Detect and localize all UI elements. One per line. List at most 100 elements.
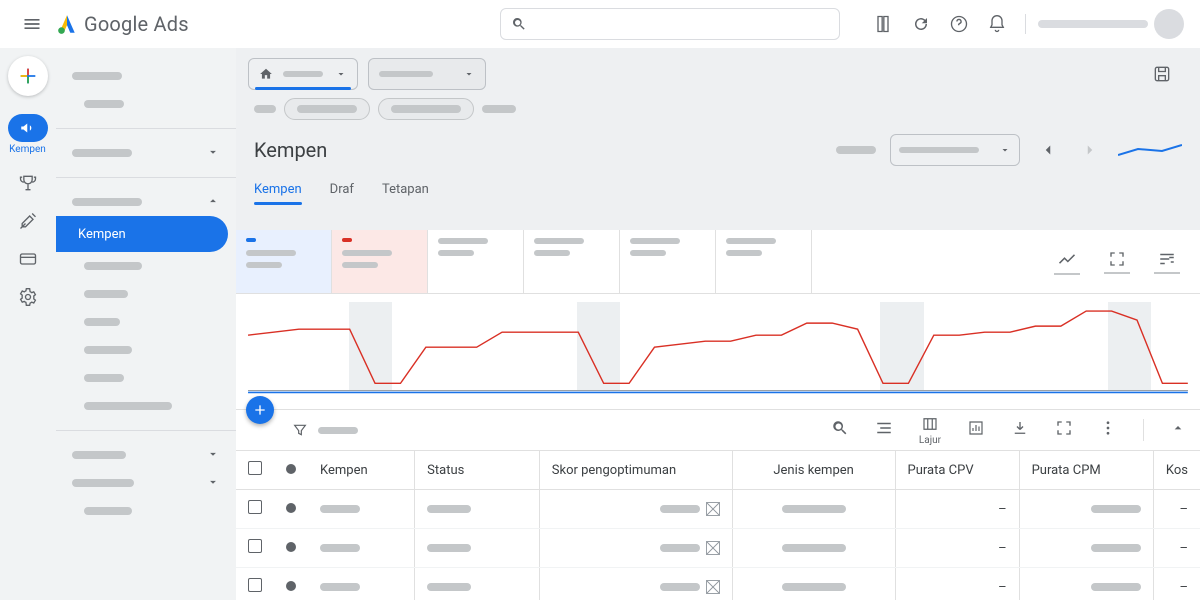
status-indicator xyxy=(286,503,296,513)
bar-chart-icon xyxy=(967,419,985,437)
rail-campaigns[interactable]: Kempen xyxy=(4,114,52,155)
filter-chip[interactable] xyxy=(378,98,474,120)
sidenav-group-3[interactable] xyxy=(56,188,236,216)
col-kos[interactable]: Kos xyxy=(1153,451,1200,490)
col-kempen[interactable]: Kempen xyxy=(308,451,415,490)
help-icon[interactable] xyxy=(943,8,975,40)
rail-settings-icon[interactable] xyxy=(18,287,38,307)
metric-card-3[interactable] xyxy=(428,230,524,293)
row-checkbox[interactable] xyxy=(248,578,262,592)
segment-button[interactable] xyxy=(875,419,893,441)
chevron-up-icon xyxy=(206,194,220,208)
performance-chart[interactable] xyxy=(236,294,1200,410)
image-placeholder-icon xyxy=(706,541,720,555)
select-all-checkbox[interactable] xyxy=(248,461,262,475)
hamburger-menu-icon[interactable] xyxy=(16,8,48,40)
metric-card-4[interactable] xyxy=(524,230,620,293)
tab-tetapan[interactable]: Tetapan xyxy=(382,176,429,203)
chart-type-button[interactable] xyxy=(1054,249,1080,275)
sidenav-item[interactable] xyxy=(56,336,236,364)
global-search[interactable] xyxy=(500,8,840,40)
metric-card-6[interactable] xyxy=(716,230,812,293)
summary-placeholder xyxy=(836,146,876,154)
create-button[interactable] xyxy=(8,56,48,96)
rail-campaigns-label: Kempen xyxy=(9,144,46,155)
rail-trophy-icon[interactable] xyxy=(18,173,38,193)
table-row[interactable]: –– xyxy=(236,490,1200,529)
table-row[interactable]: –– xyxy=(236,529,1200,568)
filter-button[interactable] xyxy=(292,422,358,438)
rail-billing-icon[interactable] xyxy=(18,249,38,269)
sidenav-group-1[interactable] xyxy=(56,62,236,90)
save-view-icon[interactable] xyxy=(1146,58,1178,90)
metric-card-1[interactable] xyxy=(236,230,332,293)
breadcrumb xyxy=(236,90,1200,120)
type-placeholder xyxy=(782,544,846,552)
filter-chip[interactable] xyxy=(284,98,370,120)
campaign-scope-selector[interactable] xyxy=(368,58,486,90)
date-range-picker[interactable] xyxy=(890,134,1020,166)
sidenav-item[interactable] xyxy=(56,90,236,118)
guide-icon[interactable] xyxy=(867,8,899,40)
more-button[interactable] xyxy=(1099,419,1117,441)
col-cpm[interactable]: Purata CPM xyxy=(1019,451,1153,490)
sidenav-item[interactable] xyxy=(56,364,236,392)
expand-chart-button[interactable] xyxy=(1104,250,1130,274)
date-prev-button[interactable] xyxy=(1034,136,1062,164)
sidenav-item[interactable] xyxy=(56,252,236,280)
sidenav-group-5[interactable] xyxy=(56,469,236,497)
mini-trend-chart xyxy=(1118,141,1182,159)
notifications-icon[interactable] xyxy=(981,8,1013,40)
caret-down-icon xyxy=(335,68,347,80)
cpv-cell: – xyxy=(895,490,1019,529)
ads-logo-icon xyxy=(56,13,78,35)
account-name-placeholder xyxy=(1038,20,1148,28)
cpm-cell xyxy=(1019,490,1153,529)
sidenav-group-4[interactable] xyxy=(56,441,236,469)
row-checkbox[interactable] xyxy=(248,539,262,553)
metric-card-5[interactable] xyxy=(620,230,716,293)
metric-cards xyxy=(236,230,1200,294)
refresh-icon[interactable] xyxy=(905,8,937,40)
sidenav-group-2[interactable] xyxy=(56,139,236,167)
add-campaign-fab[interactable] xyxy=(246,396,274,424)
fullscreen-table-button[interactable] xyxy=(1055,419,1073,441)
row-checkbox[interactable] xyxy=(248,500,262,514)
expand-icon xyxy=(1055,419,1073,437)
search-input[interactable] xyxy=(535,17,829,32)
sidenav-item[interactable] xyxy=(56,308,236,336)
chevron-down-icon xyxy=(206,475,220,489)
expand-icon xyxy=(1108,250,1126,268)
chart-settings-button[interactable] xyxy=(1154,250,1180,274)
account-scope-selector[interactable] xyxy=(248,58,358,90)
opt-score-placeholder xyxy=(660,544,700,552)
tab-draf[interactable]: Draf xyxy=(330,176,354,203)
download-button[interactable] xyxy=(1011,419,1029,441)
tab-kempen[interactable]: Kempen xyxy=(254,176,302,203)
sidenav-item[interactable] xyxy=(56,392,236,420)
segment-icon xyxy=(875,419,893,437)
sidenav-item-kempen[interactable]: Kempen xyxy=(56,216,228,252)
table-search-button[interactable] xyxy=(831,419,849,441)
avatar[interactable] xyxy=(1154,9,1184,39)
date-next-button[interactable] xyxy=(1076,136,1104,164)
col-opt-score[interactable]: Skor pengoptimuman xyxy=(539,451,732,490)
col-cpv[interactable]: Purata CPV xyxy=(895,451,1019,490)
sidenav-item[interactable] xyxy=(56,497,236,525)
divider xyxy=(1025,14,1026,34)
product-logo[interactable]: Google Ads xyxy=(56,12,189,36)
rail-tools-icon[interactable] xyxy=(18,211,38,231)
col-jenis[interactable]: Jenis kempen xyxy=(732,451,895,490)
columns-button[interactable]: Lajur xyxy=(919,415,941,446)
table-row[interactable]: –– xyxy=(236,568,1200,600)
reports-button[interactable] xyxy=(967,419,985,441)
main-content: Kempen Kempen Draf Tetapan xyxy=(236,48,1200,600)
status-placeholder xyxy=(427,583,471,591)
collapse-button[interactable] xyxy=(1170,420,1186,440)
download-icon xyxy=(1011,419,1029,437)
search-icon xyxy=(511,16,527,32)
chevron-down-icon xyxy=(206,145,220,159)
metric-card-2[interactable] xyxy=(332,230,428,293)
col-status[interactable]: Status xyxy=(415,451,540,490)
sidenav-item[interactable] xyxy=(56,280,236,308)
